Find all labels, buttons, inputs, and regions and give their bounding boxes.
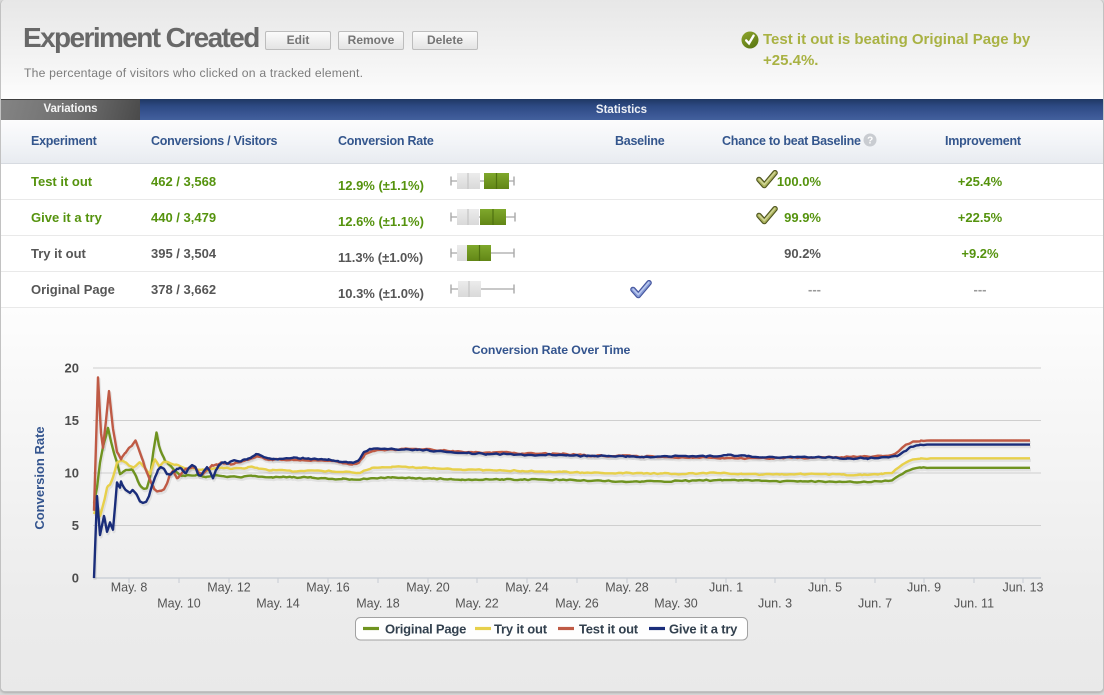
svg-text:Jun. 9: Jun. 9	[907, 581, 941, 595]
svg-text:Jun. 7: Jun. 7	[858, 597, 892, 611]
svg-text:Conversion Rate Over Time: Conversion Rate Over Time	[472, 343, 631, 357]
svg-text:10: 10	[65, 466, 79, 481]
svg-text:20: 20	[65, 361, 79, 376]
svg-text:May. 12: May. 12	[207, 581, 251, 595]
svg-text:?: ?	[867, 135, 873, 146]
svg-text:Jun. 13: Jun. 13	[1002, 581, 1043, 595]
svg-text:0: 0	[72, 571, 79, 586]
svg-text:May. 22: May. 22	[455, 597, 499, 611]
svg-text:Conversion Rate: Conversion Rate	[32, 426, 47, 529]
svg-text:Jun. 1: Jun. 1	[709, 581, 743, 595]
svg-text:May. 24: May. 24	[505, 581, 549, 595]
svg-text:May. 28: May. 28	[605, 581, 649, 595]
svg-text:May. 18: May. 18	[356, 597, 400, 611]
svg-text:May. 10: May. 10	[157, 597, 201, 611]
svg-text:Original Page: Original Page	[385, 622, 466, 637]
svg-text:Test it out: Test it out	[579, 622, 639, 637]
svg-text:May. 30: May. 30	[654, 597, 698, 611]
svg-text:May. 26: May. 26	[555, 597, 599, 611]
svg-text:May. 8: May. 8	[111, 581, 148, 595]
svg-text:Jun. 11: Jun. 11	[954, 597, 994, 611]
svg-text:May. 20: May. 20	[406, 581, 450, 595]
svg-text:5: 5	[72, 518, 79, 533]
svg-text:15: 15	[65, 413, 79, 428]
svg-text:Jun. 5: Jun. 5	[808, 581, 842, 595]
svg-text:Jun. 3: Jun. 3	[758, 597, 792, 611]
svg-text:May. 16: May. 16	[306, 581, 350, 595]
svg-text:Try it out: Try it out	[494, 622, 548, 637]
svg-text:May. 14: May. 14	[256, 597, 300, 611]
svg-text:Give it a try: Give it a try	[669, 622, 738, 637]
